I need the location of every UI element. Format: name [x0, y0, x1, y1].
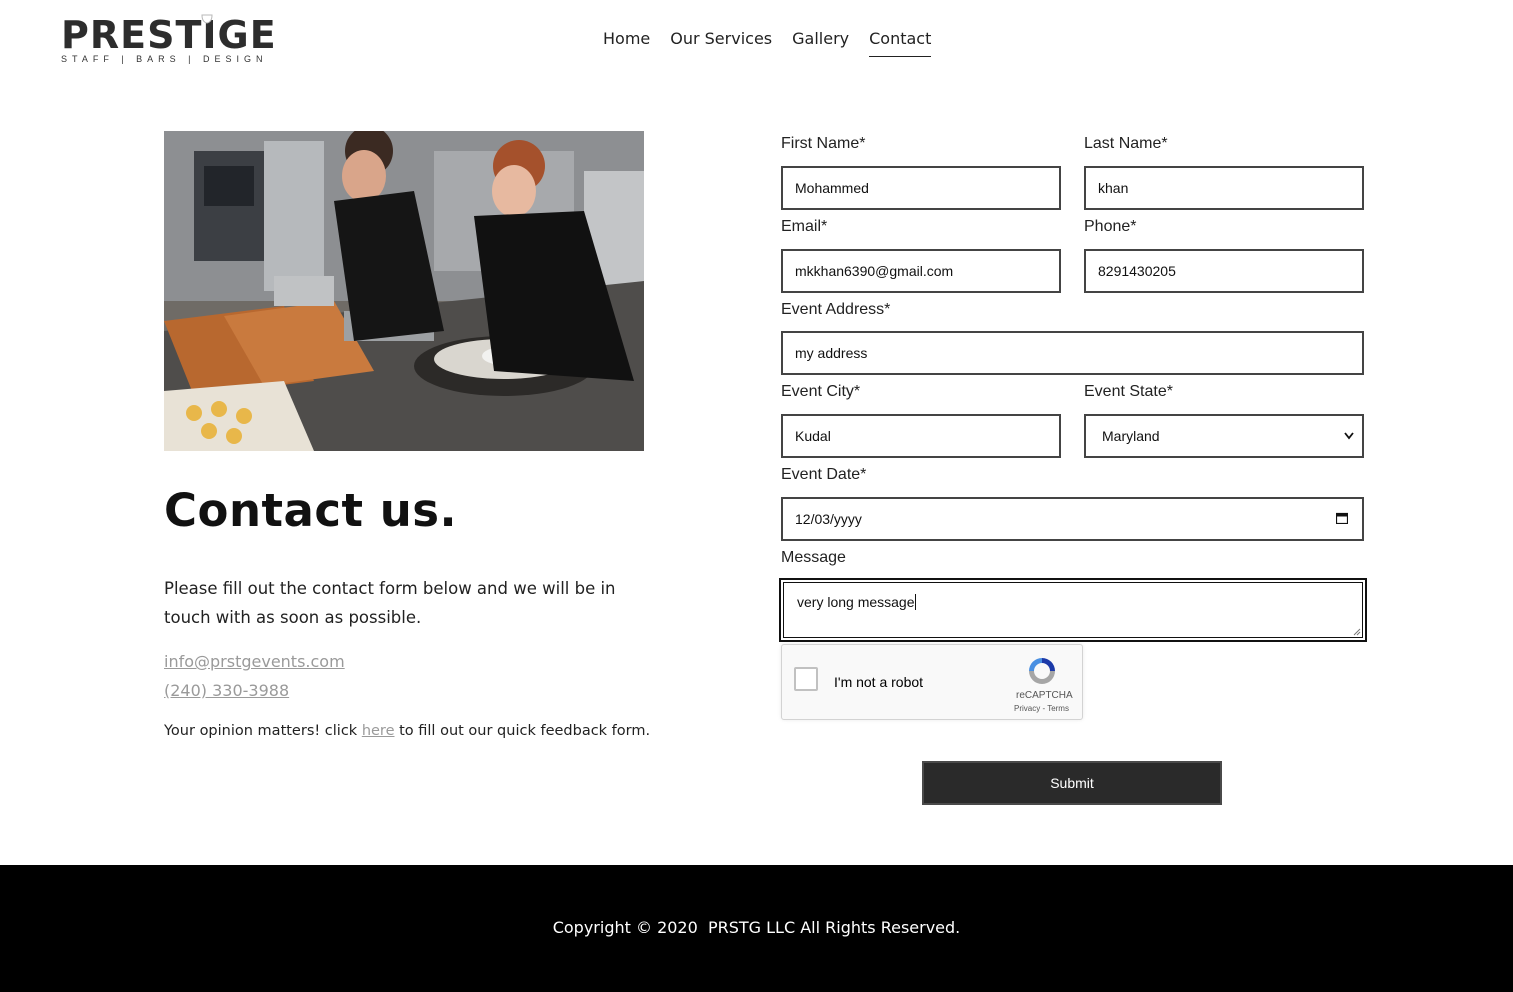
kitchen-photo: [164, 131, 644, 451]
feedback-link[interactable]: here: [362, 723, 395, 739]
event-date-value: 12/03/yyyy: [795, 511, 862, 527]
event-city-label: Event City*: [781, 383, 861, 400]
chevron-down-icon: [1344, 432, 1354, 440]
nav-gallery[interactable]: Gallery: [792, 28, 849, 57]
first-name-label: First Name*: [781, 135, 866, 152]
footer: Copyright © 2020 PRSTG LLC All Rights Re…: [0, 865, 1513, 992]
event-state-value: Maryland: [1102, 428, 1160, 444]
email-label: Email*: [781, 218, 828, 235]
recaptcha-logo-icon: [1029, 658, 1055, 684]
recaptcha-widget: I'm not a robot reCAPTCHA Privacy - Term…: [781, 644, 1083, 720]
phone-input[interactable]: 8291430205: [1084, 249, 1364, 293]
last-name-label: Last Name*: [1084, 135, 1168, 152]
phone-link[interactable]: (240) 330-3988: [164, 681, 289, 700]
event-date-input[interactable]: 12/03/yyyy: [781, 497, 1364, 541]
submit-button[interactable]: Submit: [922, 761, 1222, 805]
event-city-input[interactable]: Kudal: [781, 414, 1061, 458]
page-title: Contact us.: [164, 484, 458, 537]
recaptcha-terms[interactable]: Privacy - Terms: [1014, 704, 1069, 713]
recaptcha-checkbox[interactable]: [794, 667, 818, 691]
phone-label: Phone*: [1084, 218, 1137, 235]
logo-tagline: STAFF | BARS | DESIGN: [61, 54, 268, 64]
event-state-label: Event State*: [1084, 383, 1173, 400]
event-state-select[interactable]: Maryland: [1084, 414, 1364, 458]
last-name-input[interactable]: khan: [1084, 166, 1364, 210]
email-link[interactable]: info@prstgevents.com: [164, 652, 345, 671]
message-textarea[interactable]: very long message: [779, 578, 1367, 642]
site-logo[interactable]: PRESTIGE STAFF | BARS | DESIGN: [61, 14, 276, 68]
feedback-text-before: Your opinion matters! click: [164, 723, 362, 739]
nav-contact[interactable]: Contact: [869, 28, 932, 57]
message-label: Message: [781, 549, 846, 566]
resize-handle-icon[interactable]: [1353, 628, 1361, 636]
feedback-text-after: to fill out our quick feedback form.: [394, 723, 651, 739]
logo-wordmark: PRESTIGE: [61, 13, 277, 57]
recaptcha-brand: reCAPTCHA: [1016, 690, 1073, 701]
nav-home[interactable]: Home: [603, 28, 650, 57]
event-date-label: Event Date*: [781, 466, 867, 483]
feedback-note: Your opinion matters! click here to fill…: [164, 723, 650, 739]
recaptcha-label: I'm not a robot: [834, 674, 924, 690]
message-value: very long message: [797, 594, 915, 610]
calendar-icon[interactable]: [1336, 512, 1348, 524]
email-input[interactable]: mkkhan6390@gmail.com: [781, 249, 1061, 293]
main-nav: Home Our Services Gallery Contact: [603, 28, 951, 57]
event-address-input[interactable]: my address: [781, 331, 1364, 375]
nav-our-services[interactable]: Our Services: [670, 28, 772, 57]
text-caret: [914, 594, 916, 610]
event-address-label: Event Address*: [781, 301, 891, 318]
wine-glass-icon: [201, 14, 213, 24]
first-name-input[interactable]: Mohammed: [781, 166, 1061, 210]
copyright-text: Copyright © 2020 PRSTG LLC All Rights Re…: [552, 918, 961, 937]
intro-text: Please fill out the contact form below a…: [164, 579, 616, 627]
